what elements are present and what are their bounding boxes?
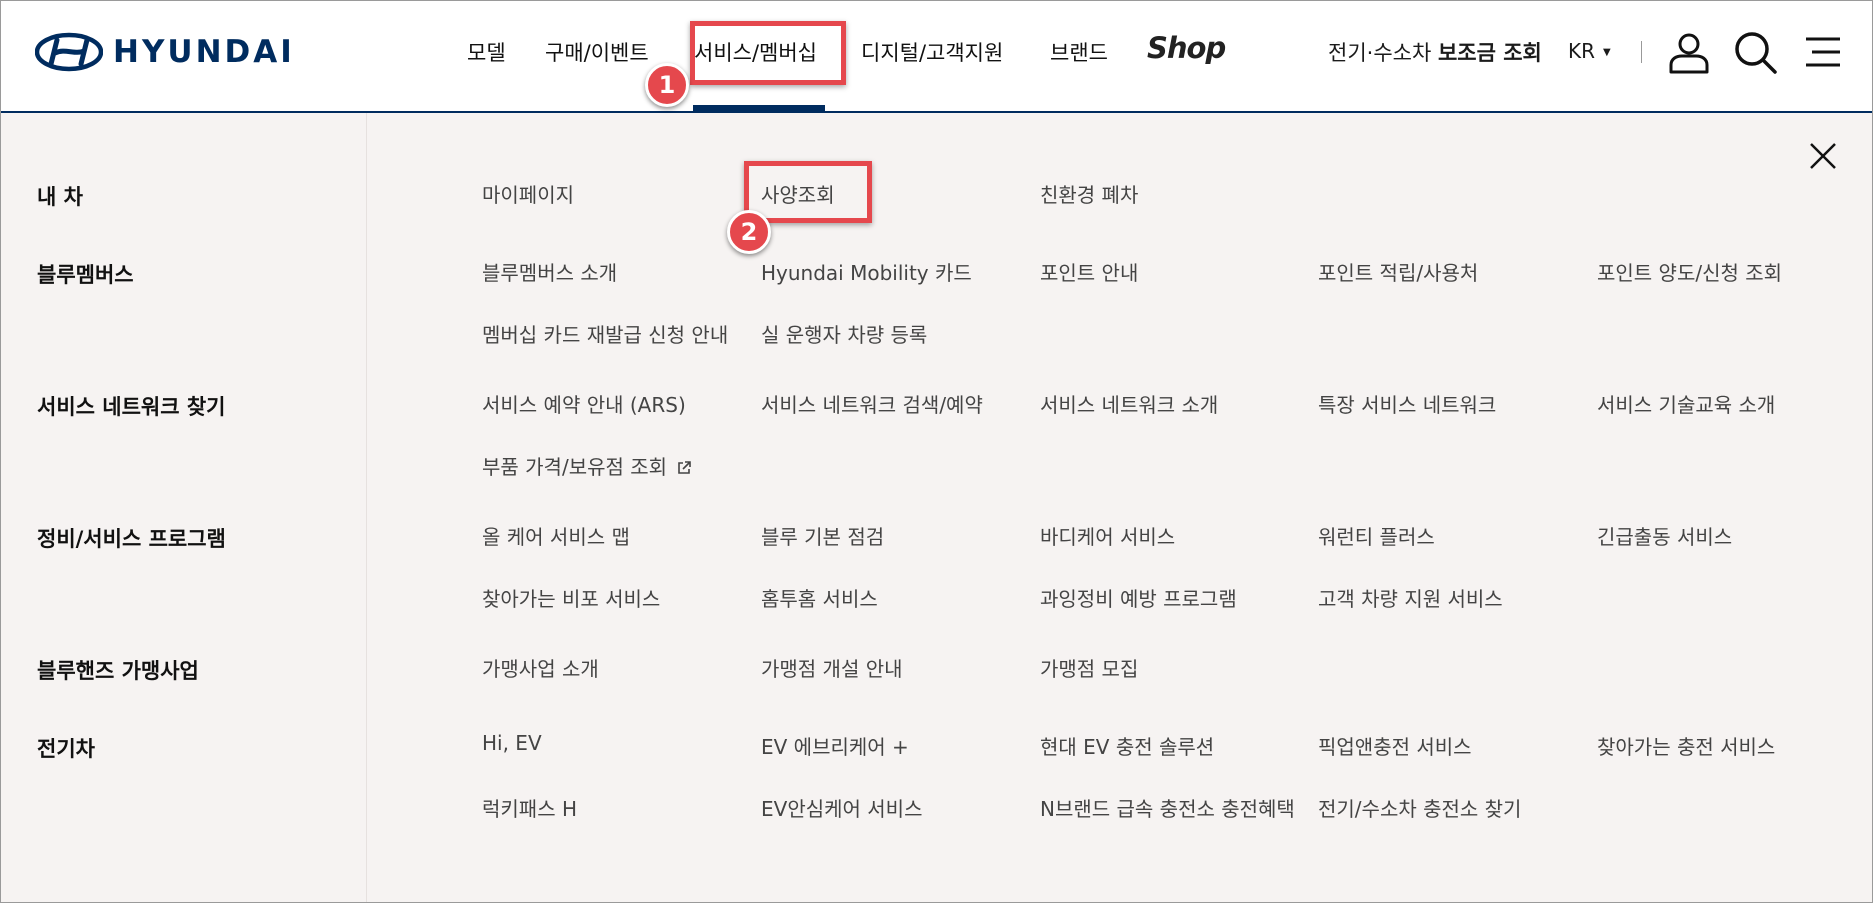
subsidy-prefix: 전기·수소차 bbox=[1328, 41, 1438, 65]
user-icon[interactable] bbox=[1666, 29, 1712, 75]
category-bluehands-franchise: 블루핸즈 가맹사업 bbox=[37, 659, 199, 683]
hyundai-logo-icon bbox=[35, 32, 103, 72]
link-charging-station-finder[interactable]: 전기/수소차 충전소 찾기 bbox=[1318, 793, 1521, 822]
link-ev-charging-solution[interactable]: 현대 EV 충전 솔루션 bbox=[1040, 731, 1214, 760]
nav-digital-support[interactable]: 디지털/고객지원 bbox=[861, 37, 1003, 67]
service-mega-menu: 내 차 마이페이지 사양조회 친환경 폐차 블루멤버스 블루멤버스 소개 Hyu… bbox=[1, 113, 1872, 902]
link-overmaintenance-prevention[interactable]: 과잉정비 예방 프로그램 bbox=[1040, 583, 1237, 612]
link-visiting-before-service[interactable]: 찾아가는 비포 서비스 bbox=[482, 583, 660, 612]
link-point-earn-use[interactable]: 포인트 적립/사용처 bbox=[1318, 257, 1478, 286]
category-maintenance-programs: 정비/서비스 프로그램 bbox=[37, 527, 226, 551]
global-header: HYUNDAI 모델 구매/이벤트 서비스/멤버십 디지털/고객지원 브랜드 S… bbox=[1, 1, 1872, 113]
active-nav-indicator bbox=[693, 105, 825, 111]
subsidy-lookup-link[interactable]: 전기·수소차 보조금 조회 bbox=[1328, 37, 1542, 67]
caret-down-icon: ▼ bbox=[1603, 47, 1611, 58]
highlight-box-spec-lookup bbox=[744, 161, 872, 223]
header-divider bbox=[1641, 41, 1642, 63]
link-emergency-service[interactable]: 긴급출동 서비스 bbox=[1597, 521, 1732, 550]
highlight-box-service-membership bbox=[690, 21, 846, 85]
nav-shop-logo[interactable]: Shop bbox=[1147, 31, 1226, 65]
link-mypage[interactable]: 마이페이지 bbox=[482, 179, 574, 208]
mega-menu-divider bbox=[366, 113, 367, 902]
link-ev-safe-care[interactable]: EV안심케어 서비스 bbox=[761, 793, 922, 822]
language-label: KR bbox=[1568, 39, 1596, 63]
category-my-car: 내 차 bbox=[37, 185, 83, 209]
link-franchise-opening[interactable]: 가맹점 개설 안내 bbox=[761, 653, 903, 682]
link-pickup-charging[interactable]: 픽업앤충전 서비스 bbox=[1318, 731, 1472, 760]
link-tech-education[interactable]: 서비스 기술교육 소개 bbox=[1597, 389, 1775, 418]
link-parts-price-label: 부품 가격/보유점 조회 bbox=[482, 455, 668, 479]
step-badge-2: 2 bbox=[727, 210, 771, 254]
link-service-reservation-ars[interactable]: 서비스 예약 안내 (ARS) bbox=[482, 389, 686, 418]
link-all-care-map[interactable]: 올 케어 서비스 맵 bbox=[482, 521, 630, 550]
link-luckypass-h[interactable]: 럭키패스 H bbox=[482, 793, 577, 822]
close-icon[interactable] bbox=[1808, 141, 1838, 171]
link-hi-ev[interactable]: Hi, EV bbox=[482, 731, 542, 755]
search-icon[interactable] bbox=[1732, 29, 1778, 75]
link-home-to-home[interactable]: 홈투홈 서비스 bbox=[761, 583, 878, 612]
link-visiting-charging[interactable]: 찾아가는 충전 서비스 bbox=[1597, 731, 1775, 760]
link-franchise-intro[interactable]: 가맹사업 소개 bbox=[482, 653, 599, 682]
link-eco-scrap[interactable]: 친환경 폐차 bbox=[1040, 179, 1138, 208]
external-link-icon bbox=[678, 461, 691, 474]
link-card-reissue[interactable]: 멤버십 카드 재발급 신청 안내 bbox=[482, 319, 728, 348]
link-parts-price[interactable]: 부품 가격/보유점 조회 bbox=[482, 451, 691, 480]
link-bluemembers-intro[interactable]: 블루멤버스 소개 bbox=[482, 257, 617, 286]
language-selector[interactable]: KR ▼ bbox=[1568, 39, 1611, 63]
link-point-guide[interactable]: 포인트 안내 bbox=[1040, 257, 1138, 286]
subsidy-bold: 보조금 조회 bbox=[1437, 41, 1542, 65]
link-special-network[interactable]: 특장 서비스 네트워크 bbox=[1318, 389, 1496, 418]
link-network-search[interactable]: 서비스 네트워크 검색/예약 bbox=[761, 389, 983, 418]
link-warranty-plus[interactable]: 워런티 플러스 bbox=[1318, 521, 1435, 550]
link-franchise-recruit[interactable]: 가맹점 모집 bbox=[1040, 653, 1138, 682]
browser-frame: HYUNDAI 모델 구매/이벤트 서비스/멤버십 디지털/고객지원 브랜드 S… bbox=[0, 0, 1873, 903]
category-bluemembers: 블루멤버스 bbox=[37, 263, 134, 287]
category-ev: 전기차 bbox=[37, 737, 95, 761]
hamburger-menu-icon[interactable] bbox=[1798, 29, 1844, 75]
logo-wordmark: HYUNDAI bbox=[113, 34, 295, 70]
category-service-network: 서비스 네트워크 찾기 bbox=[37, 395, 226, 419]
link-network-intro[interactable]: 서비스 네트워크 소개 bbox=[1040, 389, 1218, 418]
link-blue-basic-check[interactable]: 블루 기본 점검 bbox=[761, 521, 884, 550]
link-point-transfer[interactable]: 포인트 양도/신청 조회 bbox=[1597, 257, 1782, 286]
nav-brand[interactable]: 브랜드 bbox=[1050, 37, 1108, 67]
link-body-care[interactable]: 바디케어 서비스 bbox=[1040, 521, 1175, 550]
nav-models[interactable]: 모델 bbox=[467, 37, 506, 67]
hyundai-logo[interactable]: HYUNDAI bbox=[35, 32, 295, 72]
link-customer-vehicle-support[interactable]: 고객 차량 지원 서비스 bbox=[1318, 583, 1503, 612]
link-n-brand-charging[interactable]: N브랜드 급속 충전소 충전혜택 bbox=[1040, 793, 1295, 822]
nav-purchase-events[interactable]: 구매/이벤트 bbox=[545, 37, 649, 67]
step-badge-1: 1 bbox=[645, 63, 689, 107]
link-ev-everycare[interactable]: EV 에브리케어 + bbox=[761, 731, 909, 760]
link-driver-register[interactable]: 실 운행자 차량 등록 bbox=[761, 319, 927, 348]
link-mobility-card[interactable]: Hyundai Mobility 카드 bbox=[761, 257, 972, 286]
